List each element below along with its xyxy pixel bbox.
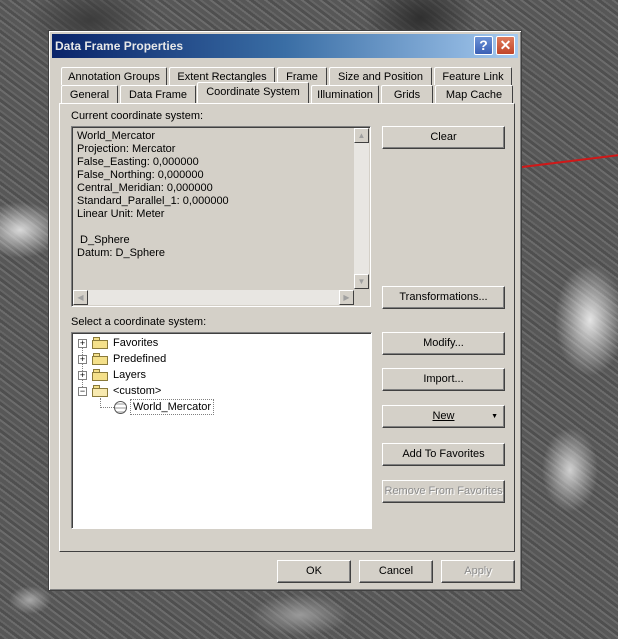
close-button[interactable]: ✕ xyxy=(496,36,515,55)
globe-icon xyxy=(114,401,127,414)
scrollbar-corner xyxy=(354,290,369,305)
tree-guide-line xyxy=(100,407,114,408)
tree-item-label: Predefined xyxy=(113,353,167,365)
current-cs-label: Current coordinate system: xyxy=(71,110,204,122)
tab-annotation-groups[interactable]: Annotation Groups xyxy=(61,67,167,85)
add-to-favorites-button[interactable]: Add To Favorites xyxy=(382,443,505,466)
help-button[interactable]: ? xyxy=(474,36,493,55)
collapse-icon[interactable]: − xyxy=(78,387,87,396)
tree-item-label: World_Mercator xyxy=(130,399,215,415)
tab-map-cache[interactable]: Map Cache xyxy=(435,85,513,103)
folder-icon xyxy=(92,353,108,365)
expand-icon[interactable]: + xyxy=(78,339,87,348)
modify-button[interactable]: Modify... xyxy=(382,332,505,355)
import-button[interactable]: Import... xyxy=(382,368,505,391)
dialog-title: Data Frame Properties xyxy=(55,39,184,53)
dropdown-arrow-icon: ▼ xyxy=(491,413,498,420)
new-button-label: New xyxy=(432,410,455,422)
clear-button[interactable]: Clear xyxy=(382,126,505,149)
tree-item-label: Favorites xyxy=(113,337,159,349)
scroll-up-arrow-icon[interactable]: ▲ xyxy=(354,128,369,143)
remove-from-favorites-button[interactable]: Remove From Favorites xyxy=(382,480,505,503)
folder-icon xyxy=(92,369,108,381)
horizontal-scrollbar[interactable]: ◀ ▶ xyxy=(73,290,354,305)
tab-grids[interactable]: Grids xyxy=(381,85,433,103)
transformations-button[interactable]: Transformations... xyxy=(382,286,505,309)
expand-icon[interactable]: + xyxy=(78,355,87,364)
folder-icon xyxy=(92,337,108,349)
tab-size-and-position[interactable]: Size and Position xyxy=(329,67,432,85)
current-cs-box[interactable]: World_Mercator Projection: Mercator Fals… xyxy=(71,126,371,307)
expand-icon[interactable]: + xyxy=(78,371,87,380)
tab-coordinate-system[interactable]: Coordinate System xyxy=(197,82,309,103)
new-button[interactable]: New ▼ xyxy=(382,405,505,428)
tab-data-frame[interactable]: Data Frame xyxy=(120,85,196,103)
open-folder-icon xyxy=(92,385,108,397)
scroll-right-arrow-icon[interactable]: ▶ xyxy=(339,290,354,305)
cancel-button[interactable]: Cancel xyxy=(359,560,433,583)
vertical-scrollbar[interactable]: ▲ ▼ xyxy=(354,128,369,289)
select-cs-label: Select a coordinate system: xyxy=(71,316,207,328)
ok-button[interactable]: OK xyxy=(277,560,351,583)
title-bar[interactable]: Data Frame Properties ? ✕ xyxy=(52,34,518,58)
scroll-left-arrow-icon[interactable]: ◀ xyxy=(73,290,88,305)
tab-illumination[interactable]: Illumination xyxy=(311,85,379,103)
tab-feature-link[interactable]: Feature Link xyxy=(434,67,512,85)
coordinate-system-tree[interactable]: + Favorites + Predefined + Layers − <cus… xyxy=(71,332,372,529)
tree-guide-line xyxy=(82,343,83,391)
scroll-down-arrow-icon[interactable]: ▼ xyxy=(354,274,369,289)
tree-item-label: <custom> xyxy=(113,385,162,397)
tree-item-label: Layers xyxy=(113,369,147,381)
current-cs-text: World_Mercator Projection: Mercator Fals… xyxy=(77,130,229,259)
tab-general[interactable]: General xyxy=(61,85,118,103)
apply-button[interactable]: Apply xyxy=(441,560,515,583)
